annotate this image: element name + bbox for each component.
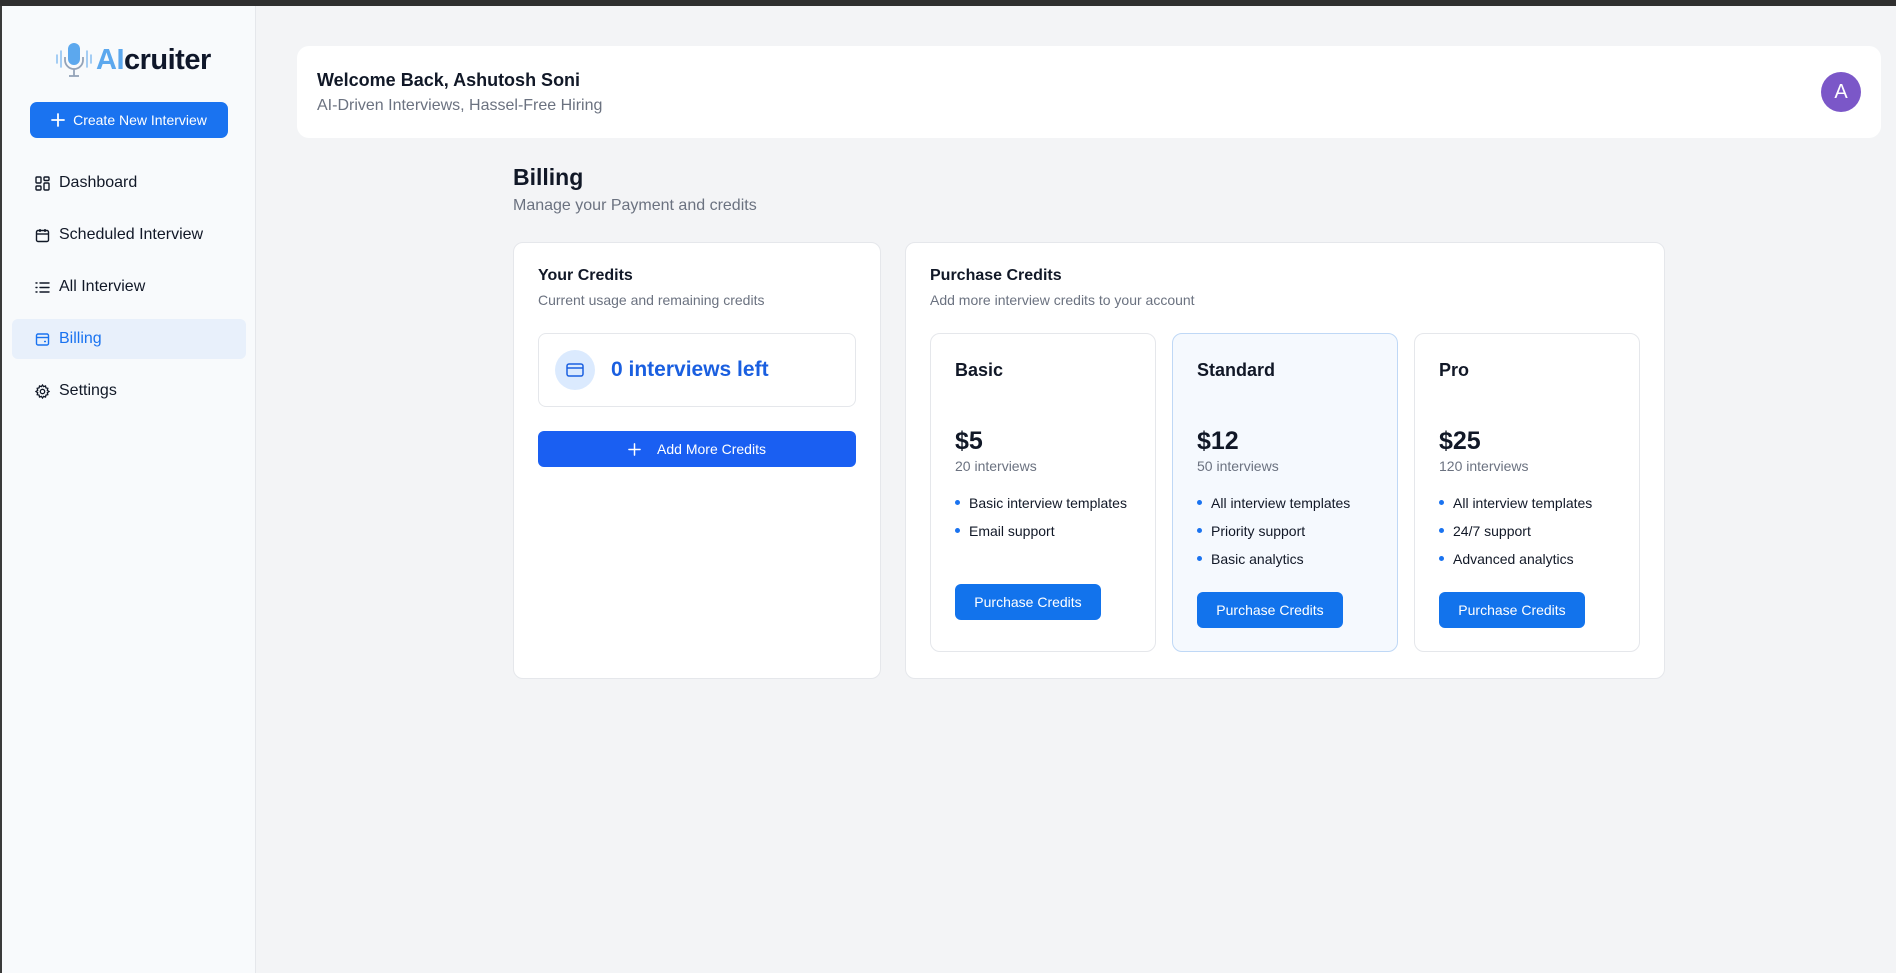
purchase-basic-button[interactable]: Purchase Credits xyxy=(955,584,1101,620)
credits-remaining-count: 0 interviews left xyxy=(611,358,769,381)
welcome-title: Welcome Back, Ashutosh Soni xyxy=(317,70,581,90)
logo-text: AIcruiter xyxy=(96,44,211,77)
sidebar-item-settings[interactable]: Settings xyxy=(12,371,246,411)
plan-interview-count: 50 interviews xyxy=(1197,458,1279,474)
create-new-interview-label: Create New Interview xyxy=(73,112,207,128)
purchase-card-subtitle: Add more interview credits to your accou… xyxy=(930,292,1195,308)
page-subtitle: Manage your Payment and credits xyxy=(513,197,757,214)
plan-feature: All interview templates xyxy=(1197,493,1377,513)
plan-name: Pro xyxy=(1439,360,1470,380)
plan-features: All interview templates Priority support… xyxy=(1197,493,1377,577)
credit-card-icon xyxy=(555,350,595,390)
plan-name: Basic xyxy=(955,360,1004,380)
plan-interview-count: 20 interviews xyxy=(955,458,1037,474)
plus-icon xyxy=(51,113,65,127)
sidebar-item-all-interview[interactable]: All Interview xyxy=(12,267,246,307)
list-icon xyxy=(34,279,50,295)
credits-card-title: Your Credits xyxy=(538,267,633,284)
credits-card-subtitle: Current usage and remaining credits xyxy=(538,292,765,308)
purchase-credits-card: Purchase Credits Add more interview cred… xyxy=(905,242,1665,679)
microphone-icon xyxy=(56,43,92,77)
plan-feature: Advanced analytics xyxy=(1439,549,1619,569)
plan-pro: Pro $25 120 interviews All interview tem… xyxy=(1414,333,1640,652)
plan-price: $12 xyxy=(1197,427,1239,455)
calendar-icon xyxy=(34,227,50,243)
add-more-credits-label: Add More Credits xyxy=(657,441,766,457)
layout-dashboard-icon xyxy=(34,175,50,191)
purchase-pro-button[interactable]: Purchase Credits xyxy=(1439,592,1585,628)
sidebar-nav: Dashboard Scheduled Interview All Interv… xyxy=(12,163,246,423)
welcome-tagline: AI-Driven Interviews, Hassel-Free Hiring xyxy=(317,97,603,114)
plan-feature: All interview templates xyxy=(1439,493,1619,513)
your-credits-card: Your Credits Current usage and remaining… xyxy=(513,242,881,679)
add-more-credits-button[interactable]: Add More Credits xyxy=(538,431,856,467)
plan-standard: Standard $12 50 interviews All interview… xyxy=(1172,333,1398,652)
window-top-bar xyxy=(0,0,1896,6)
avatar[interactable]: A xyxy=(1821,72,1861,112)
plus-icon xyxy=(628,442,641,456)
wallet-icon xyxy=(34,331,50,347)
plan-feature: Basic analytics xyxy=(1197,549,1377,569)
sidebar-item-billing[interactable]: Billing xyxy=(12,319,246,359)
sidebar-item-label: Billing xyxy=(59,330,102,347)
credits-remaining-box: 0 interviews left xyxy=(538,333,856,407)
plan-feature: Basic interview templates xyxy=(955,493,1135,513)
plan-basic: Basic $5 20 interviews Basic interview t… xyxy=(930,333,1156,652)
plan-feature: Email support xyxy=(955,521,1135,541)
sidebar-item-dashboard[interactable]: Dashboard xyxy=(12,163,246,203)
page-title: Billing xyxy=(513,164,584,190)
plan-feature: 24/7 support xyxy=(1439,521,1619,541)
app-logo[interactable]: AIcruiter xyxy=(54,38,211,82)
plan-price: $25 xyxy=(1439,427,1481,455)
purchase-standard-button[interactable]: Purchase Credits xyxy=(1197,592,1343,628)
plan-interview-count: 120 interviews xyxy=(1439,458,1529,474)
sidebar-item-scheduled-interview[interactable]: Scheduled Interview xyxy=(12,215,246,255)
plan-price: $5 xyxy=(955,427,983,455)
logo-text-ai: AI xyxy=(96,43,125,76)
sidebar-item-label: Dashboard xyxy=(59,174,138,191)
plan-features: All interview templates 24/7 support Adv… xyxy=(1439,493,1619,577)
welcome-header: Welcome Back, Ashutosh Soni AI-Driven In… xyxy=(297,46,1881,138)
gear-icon xyxy=(34,383,50,399)
sidebar-item-label: All Interview xyxy=(59,278,146,295)
sidebar: AIcruiter Create New Interview Dashboard xyxy=(2,6,256,973)
plan-feature: Priority support xyxy=(1197,521,1377,541)
plan-features: Basic interview templates Email support xyxy=(955,493,1135,549)
logo-text-rest: cruiter xyxy=(124,43,211,76)
plan-name: Standard xyxy=(1197,360,1276,380)
sidebar-item-label: Scheduled Interview xyxy=(59,226,204,243)
sidebar-item-label: Settings xyxy=(59,382,117,399)
purchase-card-title: Purchase Credits xyxy=(930,267,1062,284)
create-new-interview-button[interactable]: Create New Interview xyxy=(30,102,228,138)
